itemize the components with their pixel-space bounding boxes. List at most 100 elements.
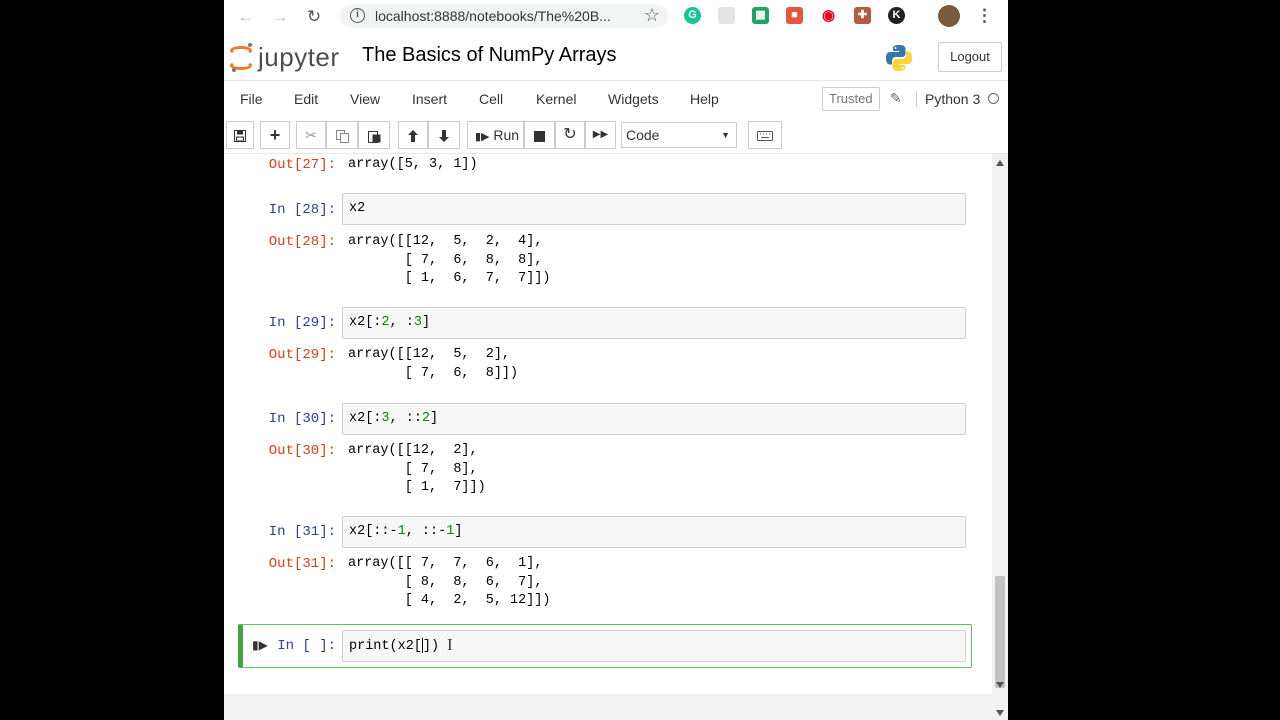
addon-icon[interactable]: ■ — [786, 7, 803, 24]
out-prompt: Out[29]: — [268, 347, 336, 363]
logo-dot-icon — [248, 43, 252, 47]
code-text: print(x2[]) — [349, 638, 440, 655]
restart-icon: ↻ — [563, 126, 577, 143]
menu-insert[interactable]: Insert — [412, 91, 447, 107]
logo-dot-icon — [232, 68, 236, 72]
run-button[interactable]: ▮▶ Run — [467, 121, 524, 149]
paste-icon — [367, 130, 380, 143]
notebook-header: jupyter The Basics of NumPy Arrays Logou… — [224, 34, 1008, 80]
edit-pencil-icon[interactable]: ✎ — [890, 90, 902, 107]
out-prompt: Out[27]: — [268, 157, 336, 173]
info-icon[interactable]: i — [350, 8, 365, 23]
in-prompt: In [29]: — [268, 315, 336, 331]
url-text: localhost:8888/notebooks/The%20B... — [375, 8, 611, 24]
code-text: x2[::-1, ::-1] — [349, 524, 463, 539]
code-input[interactable]: x2[::-1, ::-1] — [342, 516, 966, 548]
sheets-icon[interactable]: ▦ — [752, 7, 769, 24]
horizontal-scroll-area — [224, 694, 1008, 720]
arrow-up-icon — [408, 130, 418, 143]
browser-window: ← → ↻ i localhost:8888/notebooks/The%20B… — [224, 0, 1008, 720]
notebook-toolbar: + ✂ ▮▶ Run ↻ ▶▶ Code ▼ — [224, 117, 1008, 154]
copy-button[interactable] — [326, 121, 358, 149]
scroll-up-icon[interactable] — [996, 160, 1004, 166]
code-text: x2[:3, ::2] — [349, 411, 439, 426]
arrow-down-icon — [439, 130, 449, 143]
scrollbar-thumb[interactable] — [995, 576, 1005, 688]
address-bar[interactable]: i localhost:8888/notebooks/The%20B... ☆ — [340, 4, 668, 28]
jupyter-logo[interactable]: jupyter — [230, 42, 355, 74]
in-prompt: In [30]: — [268, 411, 336, 427]
notebook-title[interactable]: The Basics of NumPy Arrays — [362, 44, 617, 67]
menu-kebab-icon[interactable]: ⋮ — [976, 4, 993, 28]
k-icon[interactable]: K — [888, 7, 905, 24]
code-input[interactable]: x2[:3, ::2] — [342, 403, 966, 435]
scroll-down-icon[interactable] — [996, 710, 1004, 716]
pdf-icon[interactable]: ✚ — [854, 7, 871, 24]
python-logo-icon — [886, 45, 912, 71]
menu-cell[interactable]: Cell — [479, 91, 503, 107]
ibeam-cursor-icon: I — [447, 635, 453, 654]
interrupt-button[interactable] — [524, 121, 555, 149]
cell-type-select[interactable]: Code ▼ — [621, 122, 737, 148]
notebook-container: Out[27]: array([5, 3, 1]) In [28]: x2 Ou… — [224, 154, 992, 694]
plus-icon: + — [269, 125, 281, 145]
command-palette-button[interactable] — [748, 121, 782, 149]
copy-icon — [335, 129, 349, 143]
pinterest-icon[interactable]: ◉ — [820, 7, 837, 24]
logout-button[interactable]: Logout — [938, 42, 1002, 72]
scrollbar[interactable] — [992, 154, 1008, 694]
grammarly-icon[interactable]: G — [684, 7, 701, 24]
menu-kernel[interactable]: Kernel — [536, 91, 576, 107]
out-prompt: Out[31]: — [268, 556, 336, 572]
code-text: x2[:2, :3] — [349, 315, 431, 330]
insert-cell-button[interactable]: + — [260, 121, 290, 149]
reload-icon[interactable]: ↻ — [302, 5, 326, 29]
bookmark-star-icon[interactable]: ☆ — [644, 5, 660, 26]
menu-widgets[interactable]: Widgets — [608, 91, 659, 107]
cut-button[interactable]: ✂ — [296, 121, 326, 149]
back-arrow-icon[interactable]: ← — [234, 5, 258, 29]
scissors-icon: ✂ — [305, 127, 317, 143]
keyboard-icon — [757, 131, 773, 142]
restart-button[interactable]: ↻ — [555, 121, 585, 149]
menu-help[interactable]: Help — [690, 91, 719, 107]
picture-icon[interactable] — [718, 7, 735, 24]
cell-output: array([[12, 5, 2], [ 7, 6, 8]]) — [348, 347, 519, 381]
save-button[interactable] — [226, 121, 254, 149]
move-up-button[interactable] — [398, 121, 428, 149]
logo-text: jupyter — [258, 42, 340, 72]
code-input[interactable]: x2[:2, :3] — [342, 307, 966, 339]
notebook-site: Out[27]: array([5, 3, 1]) In [28]: x2 Ou… — [224, 154, 1008, 694]
kernel-name[interactable]: Python 3 — [916, 91, 980, 107]
fast-forward-icon: ▶▶ — [592, 129, 609, 140]
cell-output: array([[12, 5, 2, 4], [ 7, 6, 8, 8], [ 1… — [348, 234, 551, 286]
restart-run-all-button[interactable]: ▶▶ — [585, 121, 616, 149]
move-down-button[interactable] — [428, 121, 460, 149]
forward-arrow-icon[interactable]: → — [268, 5, 292, 29]
cell-output: array([5, 3, 1]) — [348, 157, 478, 172]
code-input[interactable]: x2 — [342, 193, 966, 225]
run-step-icon: ▮▶ — [475, 131, 490, 143]
out-prompt: Out[28]: — [268, 234, 336, 250]
run-label: Run — [493, 127, 520, 143]
kernel-idle-icon — [988, 93, 999, 104]
stop-icon — [534, 130, 545, 142]
menu-view[interactable]: View — [350, 91, 380, 107]
profile-avatar[interactable] — [938, 5, 960, 27]
in-prompt: In [ ]: — [277, 638, 336, 654]
paste-button[interactable] — [358, 121, 390, 149]
scroll-down-icon[interactable] — [996, 682, 1004, 688]
cell-output: array([[12, 2], [ 7, 8], [ 1, 7]]) — [348, 443, 486, 495]
cell-type-value: Code — [626, 127, 660, 143]
chevron-down-icon: ▼ — [721, 130, 730, 140]
menu-edit[interactable]: Edit — [294, 91, 318, 107]
trusted-indicator[interactable]: Trusted — [822, 87, 880, 111]
save-icon — [234, 130, 246, 143]
browser-toolbar: ← → ↻ i localhost:8888/notebooks/The%20B… — [224, 0, 1008, 35]
menu-file[interactable]: File — [240, 91, 263, 107]
in-prompt: In [31]: — [268, 524, 336, 540]
out-prompt: Out[30]: — [268, 443, 336, 459]
in-prompt: In [28]: — [268, 202, 336, 218]
code-input-active[interactable]: print(x2[]) I — [342, 630, 966, 662]
code-text: x2 — [349, 201, 366, 216]
